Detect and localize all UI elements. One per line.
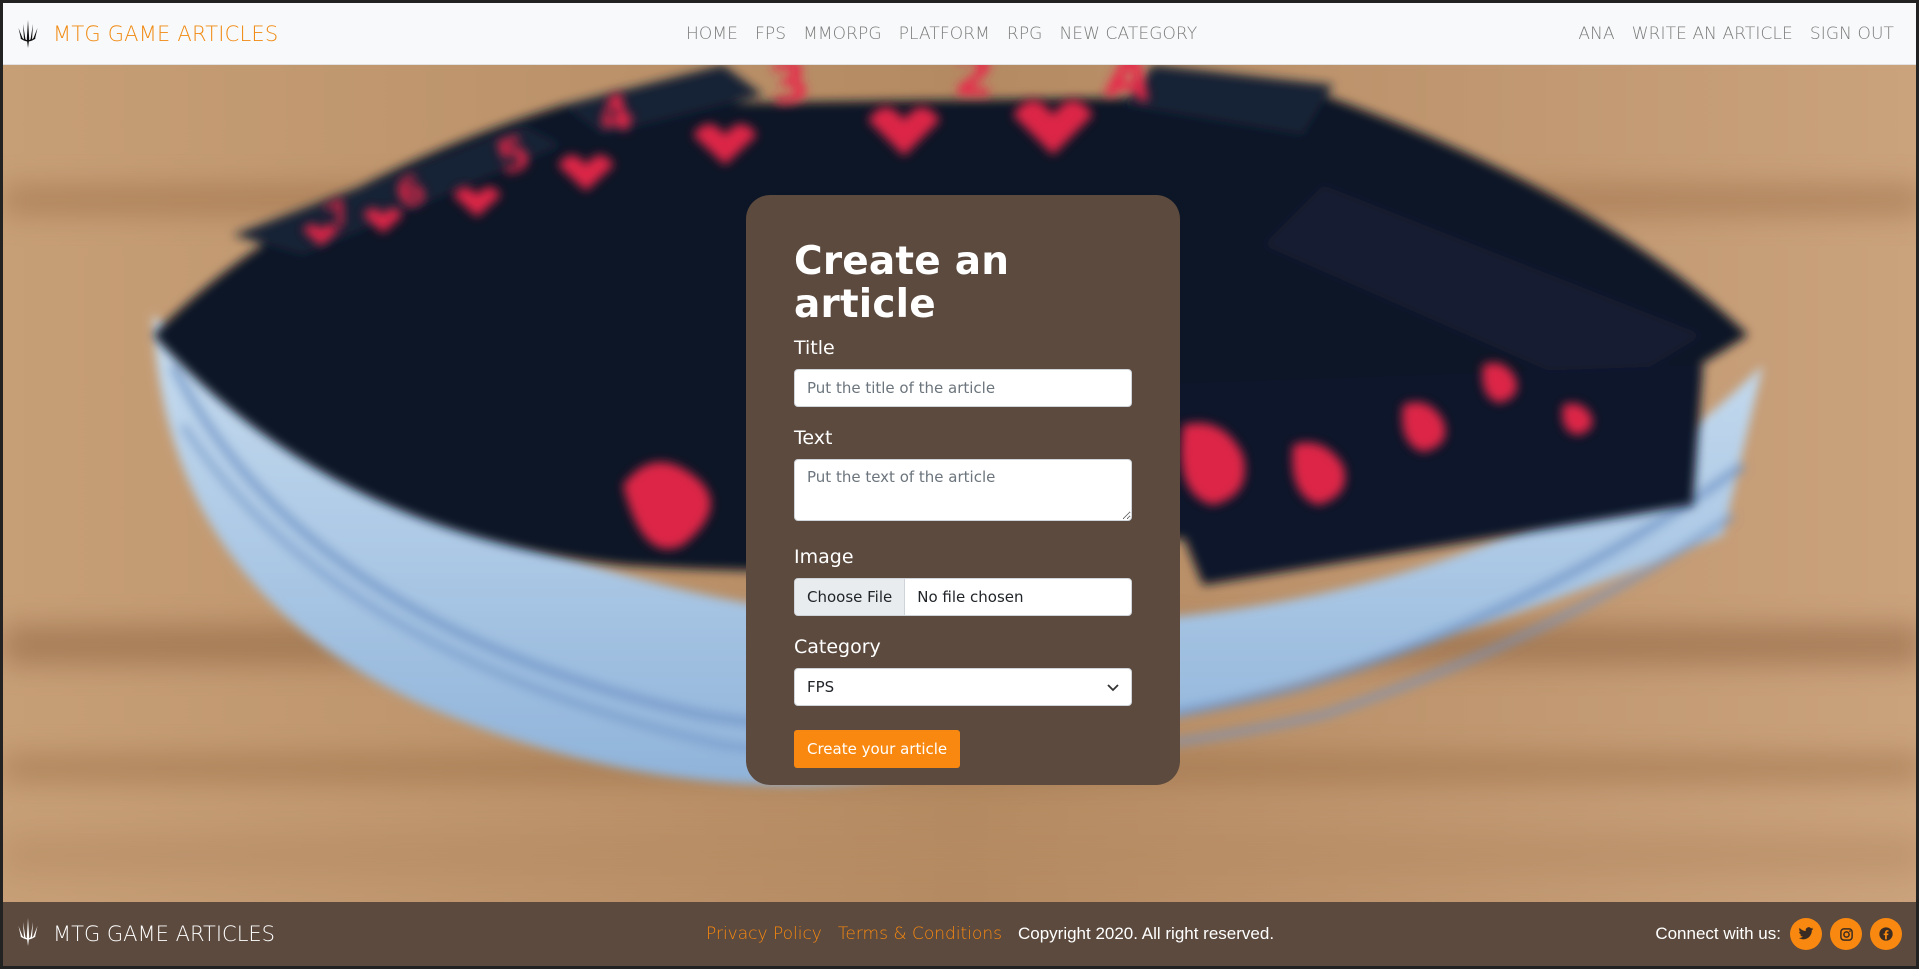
- file-status: No file chosen: [917, 587, 1024, 606]
- connect-label: Connect with us:: [1655, 924, 1781, 943]
- nav-sign-out[interactable]: SIGN OUT: [1810, 24, 1894, 44]
- nav-new-category[interactable]: NEW CATEGORY: [1059, 24, 1197, 44]
- navbar: MTG GAME ARTICLES HOME FPS MMORPG PLATFO…: [3, 3, 1916, 65]
- page: MTG GAME ARTICLES HOME FPS MMORPG PLATFO…: [0, 0, 1919, 969]
- footer-brand: MTG GAME ARTICLES: [17, 917, 275, 952]
- title-input[interactable]: [794, 368, 1132, 407]
- nav-write-article[interactable]: WRITE AN ARTICLE: [1632, 24, 1793, 44]
- terms-link[interactable]: Terms & Conditions: [838, 924, 1002, 944]
- privacy-policy-link[interactable]: Privacy Policy: [706, 924, 822, 944]
- nav-fps[interactable]: FPS: [755, 24, 786, 44]
- category-selected-value: FPS: [807, 677, 835, 696]
- nav-mmorpg[interactable]: MMORPG: [803, 24, 882, 44]
- category-group: Category FPS: [794, 636, 1132, 706]
- chevron-down-icon: [1107, 678, 1119, 696]
- text-input[interactable]: [794, 458, 1132, 521]
- svg-text:2: 2: [953, 65, 996, 110]
- nav-rpg[interactable]: RPG: [1007, 24, 1043, 44]
- create-article-card: Create an article Title Text Image Choos…: [746, 195, 1180, 785]
- nav-home[interactable]: HOME: [686, 24, 738, 44]
- footer: MTG GAME ARTICLES Privacy Policy Terms &…: [3, 902, 1916, 966]
- choose-file-button[interactable]: Choose File: [795, 578, 906, 615]
- facebook-icon[interactable]: [1870, 918, 1902, 950]
- planeswalker-logo-icon: [17, 917, 39, 952]
- image-group: Image Choose File No file chosen: [794, 546, 1132, 616]
- nav-user-ana[interactable]: ANA: [1578, 24, 1614, 44]
- title-group: Title: [794, 337, 1132, 407]
- footer-links: Privacy Policy Terms & Conditions Copyri…: [706, 902, 1274, 966]
- copyright-text: Copyright 2020. All right reserved.: [1017, 924, 1275, 943]
- planeswalker-logo-icon: [17, 19, 39, 49]
- text-group: Text: [794, 427, 1132, 526]
- title-label: Title: [794, 336, 835, 359]
- svg-text:3: 3: [766, 65, 814, 119]
- nav-platform[interactable]: PLATFORM: [899, 24, 990, 44]
- category-label: Category: [794, 635, 881, 658]
- brand-title: MTG GAME ARTICLES: [53, 21, 279, 46]
- main-nav: HOME FPS MMORPG PLATFORM RPG NEW CATEGOR…: [686, 3, 1197, 65]
- social-links: Connect with us:: [1655, 902, 1902, 966]
- user-nav: ANA WRITE AN ARTICLE SIGN OUT: [1578, 3, 1894, 65]
- brand-link[interactable]: MTG GAME ARTICLES: [17, 19, 278, 49]
- twitter-icon[interactable]: [1790, 918, 1822, 950]
- create-article-button[interactable]: Create your article: [794, 729, 961, 768]
- text-label: Text: [794, 426, 833, 449]
- instagram-icon[interactable]: [1830, 918, 1862, 950]
- footer-brand-title: MTG GAME ARTICLES: [53, 922, 276, 946]
- image-label: Image: [794, 545, 854, 568]
- image-file-input[interactable]: Choose File No file chosen: [794, 577, 1132, 616]
- category-select[interactable]: FPS: [794, 667, 1132, 706]
- form-heading: Create an article: [794, 239, 1010, 327]
